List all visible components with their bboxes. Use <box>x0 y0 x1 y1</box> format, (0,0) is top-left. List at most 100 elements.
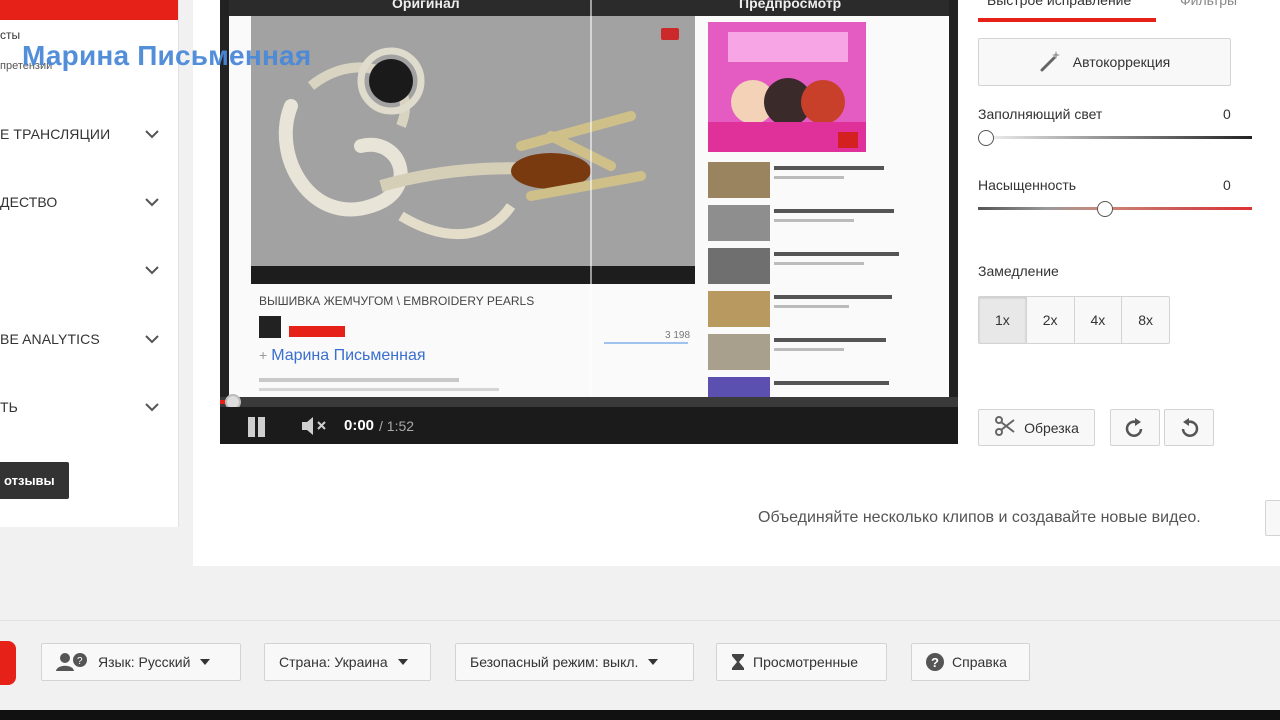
author-name: + Марина Письменная <box>259 347 426 365</box>
channel-avatar <box>259 316 281 338</box>
related-thumb <box>708 334 770 370</box>
country-button[interactable]: Страна: Украина <box>264 643 431 681</box>
caret-down-icon <box>397 659 408 665</box>
subscribe-badge <box>289 326 345 337</box>
plus-icon: + <box>259 347 268 363</box>
speed-1x-button[interactable]: 1x <box>979 297 1027 343</box>
caret-down-icon <box>200 659 211 665</box>
comparison-divider[interactable] <box>590 0 592 397</box>
player-controls: 0:00 / 1:52 <box>220 407 958 444</box>
fill-light-slider[interactable] <box>978 136 1252 139</box>
speed-8x-button[interactable]: 8x <box>1122 297 1169 343</box>
video-player[interactable]: Оригинал Предпросмотр ВЫШИВКА ЖЕМЧУГОМ \… <box>220 0 958 444</box>
scissors-icon <box>994 415 1016 440</box>
sidebar-item-analytics[interactable]: BE ANALYTICS <box>0 324 178 354</box>
mute-icon <box>302 417 326 435</box>
safety-mode-button[interactable]: Безопасный режим: выкл. <box>455 643 694 681</box>
speed-selector: 1x 2x 4x 8x <box>978 296 1170 344</box>
related-title <box>774 166 884 170</box>
related-thumb <box>708 291 770 327</box>
related-thumb <box>708 205 770 241</box>
preview-thumbnail <box>708 22 866 152</box>
sidebar-item-create[interactable]: ТЬ <box>0 392 178 422</box>
pause-button[interactable] <box>246 417 268 437</box>
related-meta <box>774 348 844 351</box>
rotate-right-button[interactable] <box>1110 409 1160 446</box>
likes-bar <box>604 342 688 344</box>
related-title <box>774 252 899 256</box>
caret-down-icon <box>648 659 659 665</box>
rotate-left-button[interactable] <box>1164 409 1214 446</box>
sidebar-item-label: Е ТРАНСЛЯЦИИ <box>0 126 111 142</box>
language-button[interactable]: ? Язык: Русский <box>41 643 241 681</box>
chevron-down-icon <box>145 127 159 141</box>
original-label: Оригинал <box>392 0 460 11</box>
language-icon: ? <box>56 652 90 672</box>
chevron-down-icon <box>145 195 159 209</box>
trim-label: Обрезка <box>1024 419 1079 436</box>
bottom-bar <box>0 710 1280 720</box>
fill-light-handle[interactable] <box>978 130 994 146</box>
related-meta <box>774 176 844 179</box>
sidebar-item-label: ДЕСТВО <box>0 194 58 210</box>
sidebar-item-community[interactable]: ДЕСТВО <box>0 187 178 217</box>
sidebar-item-label: ТЬ <box>0 399 18 415</box>
embedded-controls <box>251 266 695 284</box>
chevron-down-icon <box>145 263 159 277</box>
merge-clips-text: Объединяйте несколько клипов и создавайт… <box>758 509 1201 526</box>
svg-text:?: ? <box>77 656 83 667</box>
history-button[interactable]: Просмотренные <box>716 643 887 681</box>
chevron-down-icon <box>145 400 159 414</box>
current-time: 0:00 <box>344 417 375 434</box>
country-label: Страна: Украина <box>279 654 388 670</box>
sidebar-item-label: BE ANALYTICS <box>0 331 100 347</box>
author-label: Марина Письменная <box>271 347 426 364</box>
seek-bar[interactable] <box>220 394 958 410</box>
embedded-video-title: ВЫШИВКА ЖЕМЧУГОМ \ EMBROIDERY PEARLS <box>259 294 535 308</box>
sidebar-item-channel[interactable] <box>0 255 178 285</box>
comparison-header: Оригинал Предпросмотр <box>229 0 949 16</box>
trim-button[interactable]: Обрезка <box>978 409 1095 446</box>
view-count: 3 198 <box>665 330 691 341</box>
mute-button[interactable] <box>300 415 330 437</box>
saturation-label: Насыщенность <box>978 177 1077 193</box>
related-meta <box>774 305 849 308</box>
active-tab-indicator <box>978 18 1156 22</box>
fill-light-label: Заполняющий свет <box>978 106 1103 122</box>
sidebar-active-bar <box>0 0 178 20</box>
slowmo-label: Замедление <box>978 263 1059 279</box>
feedback-button[interactable]: отзывы <box>0 462 69 499</box>
magic-wand-icon <box>1039 49 1063 76</box>
related-title <box>774 295 892 299</box>
chevron-down-icon <box>145 332 159 346</box>
related-title <box>774 381 889 385</box>
language-label: Язык: Русский <box>98 654 191 670</box>
description-line <box>259 378 459 382</box>
help-icon: ? <box>926 653 944 671</box>
rotate-right-icon <box>1125 417 1143 437</box>
left-sidebar: сты претензий Е ТРАНСЛЯЦИИ ДЕСТВО BE ANA… <box>0 0 179 527</box>
embedded-video-thumbnail <box>251 16 695 284</box>
speed-4x-button[interactable]: 4x <box>1075 297 1123 343</box>
sidebar-small-item[interactable]: сты <box>0 28 20 42</box>
duration: / 1:52 <box>379 418 415 434</box>
hourglass-icon <box>731 653 745 671</box>
history-label: Просмотренные <box>753 654 859 670</box>
tab-filters[interactable]: Фильтры <box>1180 0 1237 8</box>
help-button[interactable]: ? Справка <box>911 643 1030 681</box>
merge-button[interactable] <box>1265 500 1280 536</box>
safety-mode-label: Безопасный режим: выкл. <box>470 654 639 670</box>
related-meta <box>774 262 864 265</box>
rotate-left-icon <box>1181 417 1199 437</box>
related-thumb <box>708 377 770 397</box>
speed-2x-button[interactable]: 2x <box>1027 297 1075 343</box>
youtube-logo-icon[interactable] <box>0 641 16 685</box>
saturation-handle[interactable] <box>1097 201 1113 217</box>
autofix-label: Автокоррекция <box>1072 54 1171 70</box>
tab-quick-fix[interactable]: Быстрое исправление <box>987 0 1131 8</box>
sidebar-item-live[interactable]: Е ТРАНСЛЯЦИИ <box>0 119 178 149</box>
help-label: Справка <box>952 654 1007 670</box>
preview-label: Предпросмотр <box>739 0 842 11</box>
saturation-slider[interactable] <box>978 207 1252 210</box>
autofix-button[interactable]: Автокоррекция <box>978 38 1231 86</box>
